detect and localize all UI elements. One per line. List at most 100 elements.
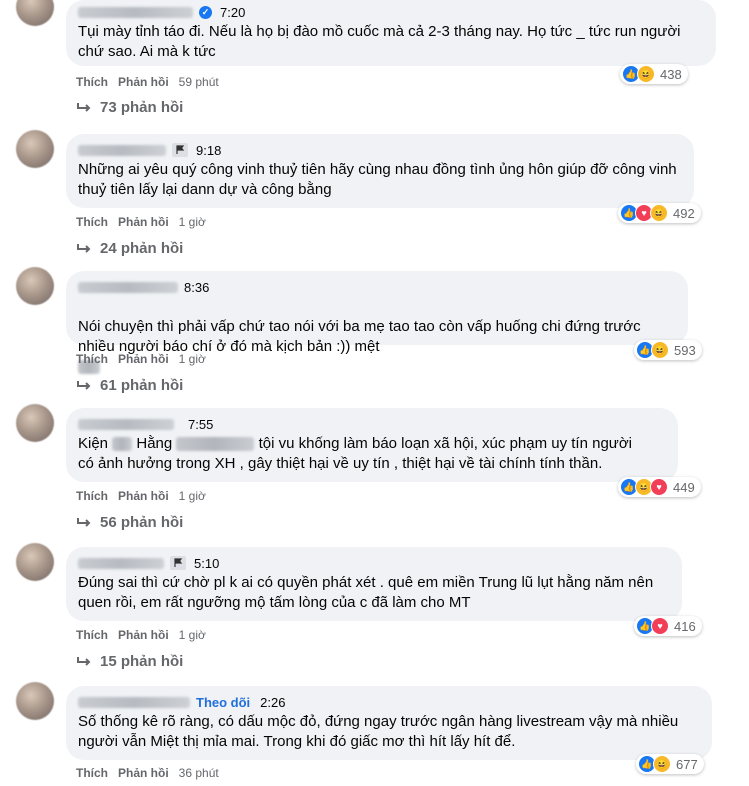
reaction-count: 416 — [674, 618, 696, 634]
haha-reaction-icon: 😆 — [651, 341, 669, 359]
reaction-count: 677 — [676, 756, 698, 772]
comment-age[interactable]: 1 giờ — [179, 215, 206, 229]
reaction-summary[interactable]: 👍 😆 677 — [636, 754, 704, 774]
comment-time[interactable]: 7:20 — [220, 5, 245, 20]
reaction-summary[interactable]: 👍 😆 438 — [620, 64, 688, 84]
reply-link[interactable]: Phản hồi — [118, 75, 169, 89]
replies-count: 73 phản hồi — [100, 99, 184, 116]
reaction-count: 449 — [673, 479, 695, 495]
like-link[interactable]: Thích — [76, 352, 108, 366]
flag-icon — [172, 143, 188, 157]
comment-bubble: ✓ 7:20 Tụi mày tỉnh táo đi. Nếu là họ bị… — [66, 0, 716, 66]
comment-actions: Thích Phản hồi 59 phút — [76, 75, 219, 89]
comment-actions: Thích Phản hồi 36 phút — [76, 766, 219, 780]
reply-arrow-icon — [77, 243, 91, 253]
comment-time[interactable]: 9:18 — [196, 143, 221, 158]
comment-time[interactable]: 8:36 — [184, 280, 209, 295]
comment-actions: Thích Phản hồi 1 giờ — [76, 489, 206, 503]
reply-link[interactable]: Phản hồi — [118, 766, 169, 780]
comment-bubble: 5:10 Đúng sai thì cứ chờ pl k ai có quyề… — [66, 547, 682, 621]
author-name[interactable] — [78, 557, 164, 569]
comment-age[interactable]: 59 phút — [179, 75, 219, 89]
avatar[interactable] — [16, 543, 54, 581]
comment-bubble: 7:55 Kiện Hằng tội vu khống làm báo loạn… — [66, 408, 678, 482]
comment-bubble: 8:36 Nói chuyện thì phải vấp chứ tao nói… — [66, 271, 688, 375]
author-name[interactable] — [78, 696, 190, 708]
comment-header: 9:18 — [78, 140, 682, 160]
reply-link[interactable]: Phản hồi — [118, 215, 169, 229]
comment-actions: Thích Phản hồi 1 giờ — [76, 352, 206, 366]
reaction-count: 593 — [674, 342, 696, 358]
reply-link[interactable]: Phản hồi — [118, 628, 169, 642]
comment-header: ✓ 7:20 — [78, 2, 704, 22]
verified-badge-icon: ✓ — [199, 5, 212, 19]
comment-time[interactable]: 2:26 — [260, 695, 285, 710]
comment-text: Kiện Hằng tội vu khống làm báo loạn xã h… — [78, 434, 666, 474]
avatar[interactable] — [16, 404, 54, 442]
comment-header: 7:55 — [78, 414, 666, 434]
reaction-summary[interactable]: 👍 😆 ♥ 449 — [618, 477, 701, 497]
like-link[interactable]: Thích — [76, 489, 108, 503]
like-link[interactable]: Thích — [76, 215, 108, 229]
comment-bubble: Theo dõi 2:26 Số thống kê rõ ràng, có dấ… — [66, 686, 712, 760]
replies-count: 61 phản hồi — [100, 377, 184, 394]
reaction-count: 492 — [673, 205, 695, 221]
comment-text-part: Nói chuyện thì phải vấp chứ tao nói với … — [78, 318, 641, 355]
reply-arrow-icon — [77, 380, 91, 390]
comment-age[interactable]: 1 giờ — [179, 489, 206, 503]
like-link[interactable]: Thích — [76, 766, 108, 780]
haha-reaction-icon: 😆 — [650, 204, 668, 222]
avatar[interactable] — [16, 0, 54, 26]
comment-text: Những ai yêu quý công vinh thuỷ tiên hãy… — [78, 161, 677, 198]
view-replies[interactable]: 24 phản hồi — [76, 240, 183, 257]
view-replies[interactable]: 56 phản hồi — [76, 514, 183, 531]
comment-text: Tụi mày tỉnh táo đi. Nếu là họ bị đào mồ… — [78, 23, 681, 60]
comment-age[interactable]: 36 phút — [179, 766, 219, 780]
view-replies[interactable]: 61 phản hồi — [76, 377, 183, 394]
replies-count: 24 phản hồi — [100, 240, 184, 257]
comment-actions: Thích Phản hồi 1 giờ — [76, 215, 206, 229]
love-reaction-icon: ♥ — [651, 617, 669, 635]
comment-actions: Thích Phản hồi 1 giờ — [76, 628, 206, 642]
avatar[interactable] — [16, 682, 54, 720]
view-replies[interactable]: 15 phản hồi — [76, 653, 183, 670]
avatar[interactable] — [16, 130, 54, 168]
comment-text-part: có ảnh hưởng trong XH , gây thiệt hại về… — [78, 455, 603, 472]
reaction-summary[interactable]: 👍 ♥ 416 — [634, 616, 702, 636]
comment-time[interactable]: 5:10 — [194, 556, 219, 571]
comment-text-part: Hằng — [136, 435, 173, 452]
avatar[interactable] — [16, 267, 54, 305]
reply-arrow-icon — [77, 102, 91, 112]
redacted-text — [112, 437, 133, 452]
author-name[interactable] — [78, 418, 174, 430]
comment-text: Đúng sai thì cứ chờ pl k ai có quyền phá… — [78, 574, 654, 611]
author-name[interactable] — [78, 281, 178, 293]
comment-age[interactable]: 1 giờ — [179, 628, 206, 642]
reaction-summary[interactable]: 👍 😆 593 — [634, 340, 702, 360]
replies-count: 56 phản hồi — [100, 514, 184, 531]
reaction-count: 438 — [660, 66, 682, 82]
view-replies[interactable]: 73 phản hồi — [76, 99, 183, 116]
haha-reaction-icon: 😆 — [653, 755, 671, 773]
author-name[interactable] — [78, 6, 193, 18]
comment-bubble: 9:18 Những ai yêu quý công vinh thuỷ tiê… — [66, 134, 694, 208]
author-name[interactable] — [78, 144, 166, 156]
haha-reaction-icon: 😆 — [637, 65, 655, 83]
comment-header: 8:36 — [78, 277, 676, 297]
like-link[interactable]: Thích — [76, 628, 108, 642]
reply-link[interactable]: Phản hồi — [118, 489, 169, 503]
reply-link[interactable]: Phản hồi — [118, 352, 169, 366]
comment-age[interactable]: 1 giờ — [179, 352, 206, 366]
love-reaction-icon: ♥ — [650, 478, 668, 496]
reaction-summary[interactable]: 👍 ♥ 😆 492 — [618, 203, 701, 223]
reply-arrow-icon — [77, 517, 91, 527]
comment-text-part: Kiện — [78, 435, 109, 452]
comment-text-part: tội vu khống làm báo loạn xã hội, xúc ph… — [258, 435, 633, 452]
follow-link[interactable]: Theo dõi — [196, 695, 250, 710]
comment-header: Theo dõi 2:26 — [78, 692, 700, 712]
comment-text: Số thống kê rõ ràng, có dấu mộc đỏ, đứng… — [78, 713, 679, 750]
flag-icon — [170, 556, 186, 570]
like-link[interactable]: Thích — [76, 75, 108, 89]
comment-time[interactable]: 7:55 — [188, 417, 213, 432]
replies-count: 15 phản hồi — [100, 653, 184, 670]
